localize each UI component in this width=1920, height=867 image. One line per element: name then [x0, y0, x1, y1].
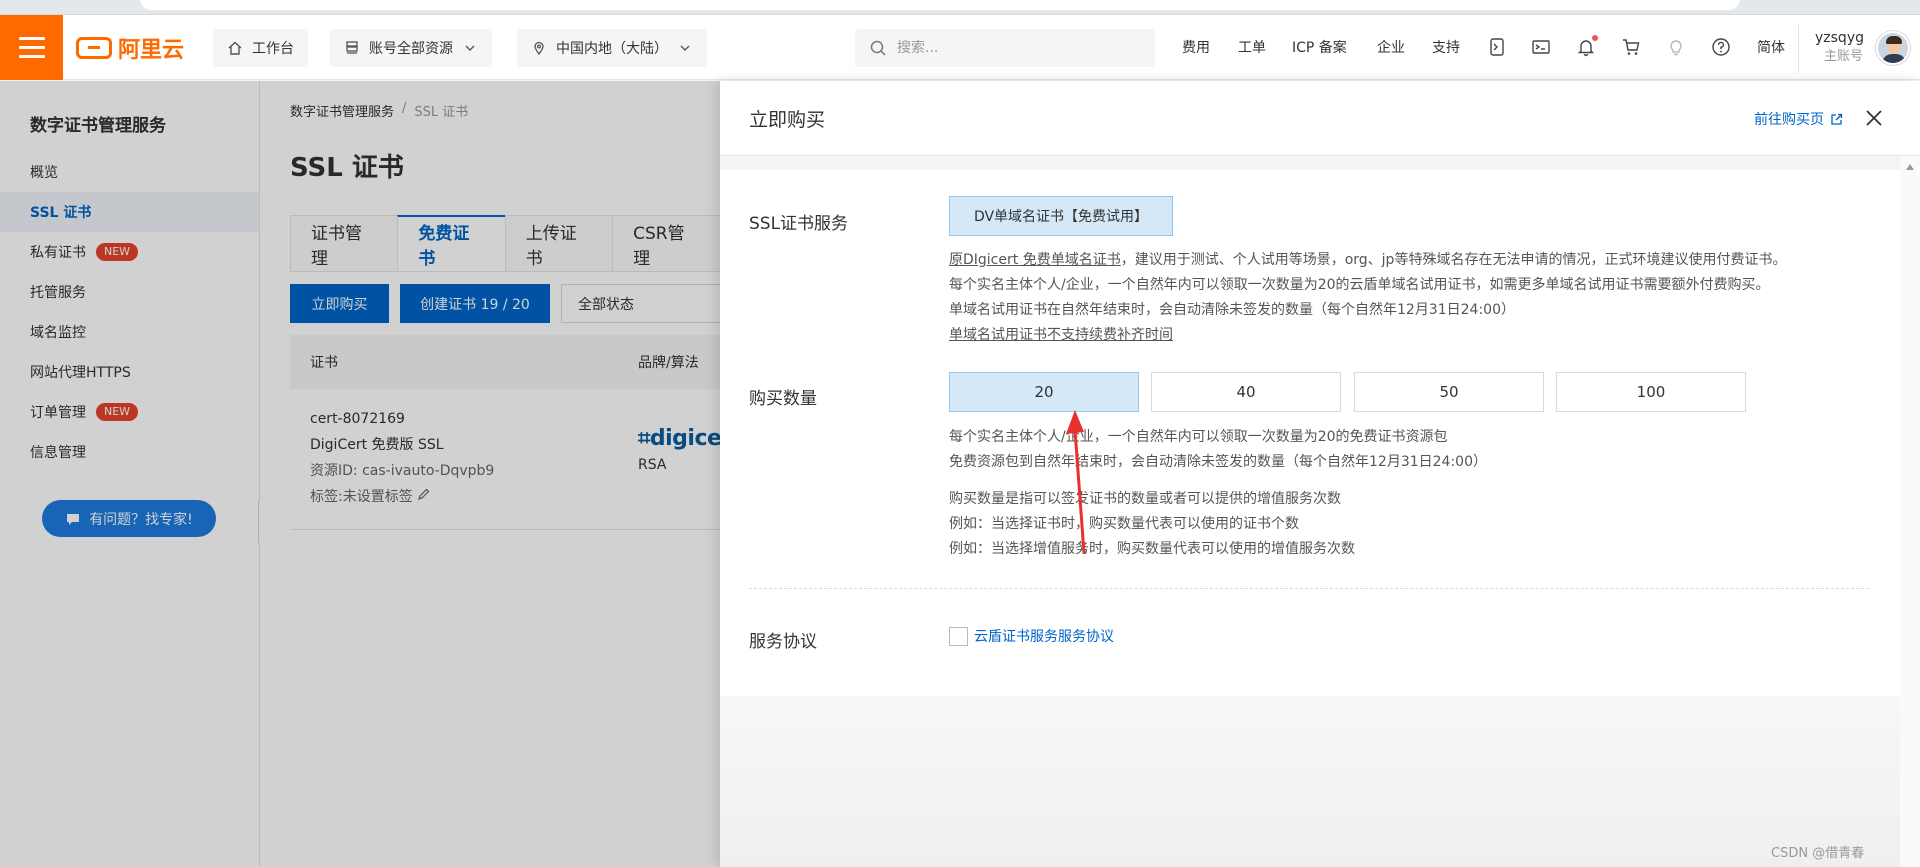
goto-purchase-page-link[interactable]: 前往购买页 [1754, 109, 1843, 129]
qty-desc-line2: 免费资源包到自然年结束时，会自动清除未签发的数量（每个自然年12月31日24:0… [949, 454, 1487, 470]
unread-dot [1592, 35, 1598, 41]
goto-purchase-label: 前往购买页 [1754, 112, 1824, 128]
qty-note-line3: 例如：当选择增值服务时，购买数量代表可以使用的增值服务次数 [949, 541, 1355, 557]
quantity-option-50[interactable]: 50 [1354, 372, 1544, 412]
quantity-option-20[interactable]: 20 [949, 372, 1139, 412]
aliyun-logo-icon [76, 37, 112, 59]
global-search[interactable] [855, 29, 1155, 67]
cart-icon[interactable] [1620, 36, 1642, 58]
notification-bell-icon[interactable] [1575, 35, 1598, 58]
workbench-button[interactable]: 工作台 [213, 29, 308, 67]
nav-link-enterprise[interactable]: 企业 [1377, 37, 1405, 57]
help-icon[interactable] [1710, 36, 1732, 58]
search-icon [870, 40, 886, 56]
ssl-desc-line3: 单域名试用证书在自然年结束时，会自动清除未签发的数量（每个自然年12月31日24… [949, 302, 1515, 318]
ssl-desc-line1: ，建议用于测试、个人试用等场景，org、jp等特殊域名存在无法申请的情况，正式环… [1120, 252, 1787, 268]
browser-chrome [0, 0, 1920, 15]
ssl-desc-line2: 每个实名主体个人/企业，一个自然年内可以领取一次数量为20的云盾单域名试用证书，… [949, 277, 1770, 293]
qty-desc-line1: 每个实名主体个人/企业，一个自然年内可以领取一次数量为20的免费证书资源包 [949, 429, 1448, 445]
section-divider [749, 588, 1869, 589]
watermark: CSDN @借青春 [1771, 846, 1865, 861]
workbench-label: 工作台 [252, 41, 294, 57]
buy-drawer: 立即购买 前往购买页 SSL证书服务 DV单域名证书【免费试用】 原DIgice… [720, 81, 1920, 867]
scroll-up-arrow-icon[interactable] [1906, 164, 1914, 170]
qty-note-line1: 购买数量是指可以签发证书的数量或者可以提供的增值服务次数 [949, 491, 1341, 507]
digicert-free-cert-link[interactable]: 原DIgicert 免费单域名证书 [949, 252, 1121, 268]
user-role: 主账号 [1823, 49, 1863, 64]
drawer-header: 立即购买 前往购买页 [720, 81, 1920, 156]
ssl-description: 原DIgicert 免费单域名证书，建议用于测试、个人试用等场景，org、jp等… [949, 248, 1786, 348]
agreement-checkbox-row[interactable]: 云盾证书服务服务协议 [949, 626, 1114, 646]
resources-dropdown[interactable]: 账号全部资源 [330, 29, 492, 67]
agreement-link[interactable]: 云盾证书服务服务协议 [974, 626, 1114, 646]
nav-link-icp[interactable]: ICP 备案 [1292, 37, 1347, 57]
chevron-down-icon [680, 45, 690, 51]
drawer-title: 立即购买 [749, 109, 826, 131]
nav-link-support[interactable]: 支持 [1432, 37, 1460, 57]
region-label: 中国内地（大陆） [556, 41, 668, 57]
cloud-shell-icon[interactable] [1486, 36, 1508, 58]
ssl-service-label: SSL证书服务 [749, 214, 849, 234]
home-icon [228, 41, 242, 55]
agreement-label: 服务协议 [749, 632, 817, 652]
dv-single-domain-option[interactable]: DV单域名证书【免费试用】 [949, 196, 1173, 236]
logo-text: 阿里云 [118, 38, 185, 63]
aliyun-logo[interactable]: 阿里云 [76, 32, 184, 64]
avatar[interactable] [1876, 31, 1910, 65]
quantity-label: 购买数量 [749, 389, 817, 409]
lightbulb-icon[interactable] [1665, 36, 1687, 58]
top-navbar: 阿里云 工作台 账号全部资源 中国内地（大陆） 费用 工单 ICP 备案 企业 … [0, 15, 1920, 80]
user-menu[interactable]: yzsqyg 主账号 [1798, 25, 1920, 73]
hamburger-menu-button[interactable] [0, 15, 63, 80]
close-icon[interactable] [1864, 108, 1884, 128]
database-icon [346, 41, 358, 54]
drawer-spacer [720, 156, 1900, 170]
quantity-description: 每个实名主体个人/企业，一个自然年内可以领取一次数量为20的免费证书资源包 免费… [949, 425, 1487, 475]
external-link-icon [1831, 113, 1843, 125]
terminal-icon[interactable] [1530, 36, 1552, 58]
address-bar[interactable] [140, 0, 1740, 10]
quantity-notes: 购买数量是指可以签发证书的数量或者可以提供的增值服务次数 例如：当选择证书时，购… [949, 487, 1355, 562]
location-pin-icon [534, 41, 544, 56]
renewal-note-link[interactable]: 单域名试用证书不支持续费补齐时间 [949, 327, 1173, 343]
quantity-option-40[interactable]: 40 [1151, 372, 1341, 412]
resources-label: 账号全部资源 [369, 41, 453, 57]
agreement-checkbox[interactable] [949, 626, 968, 646]
drawer-scrollbar[interactable] [1900, 156, 1920, 867]
qty-note-line2: 例如：当选择证书时，购买数量代表可以使用的证书个数 [949, 516, 1299, 532]
quantity-option-100[interactable]: 100 [1556, 372, 1746, 412]
drawer-footer-area [720, 696, 1900, 867]
search-input[interactable] [897, 40, 1137, 56]
nav-link-tickets[interactable]: 工单 [1238, 37, 1266, 57]
nav-link-billing[interactable]: 费用 [1182, 37, 1210, 57]
overlay-mask[interactable] [0, 81, 720, 867]
language-switch[interactable]: 简体 [1757, 37, 1785, 57]
chevron-down-icon [465, 45, 475, 51]
region-dropdown[interactable]: 中国内地（大陆） [517, 29, 707, 67]
